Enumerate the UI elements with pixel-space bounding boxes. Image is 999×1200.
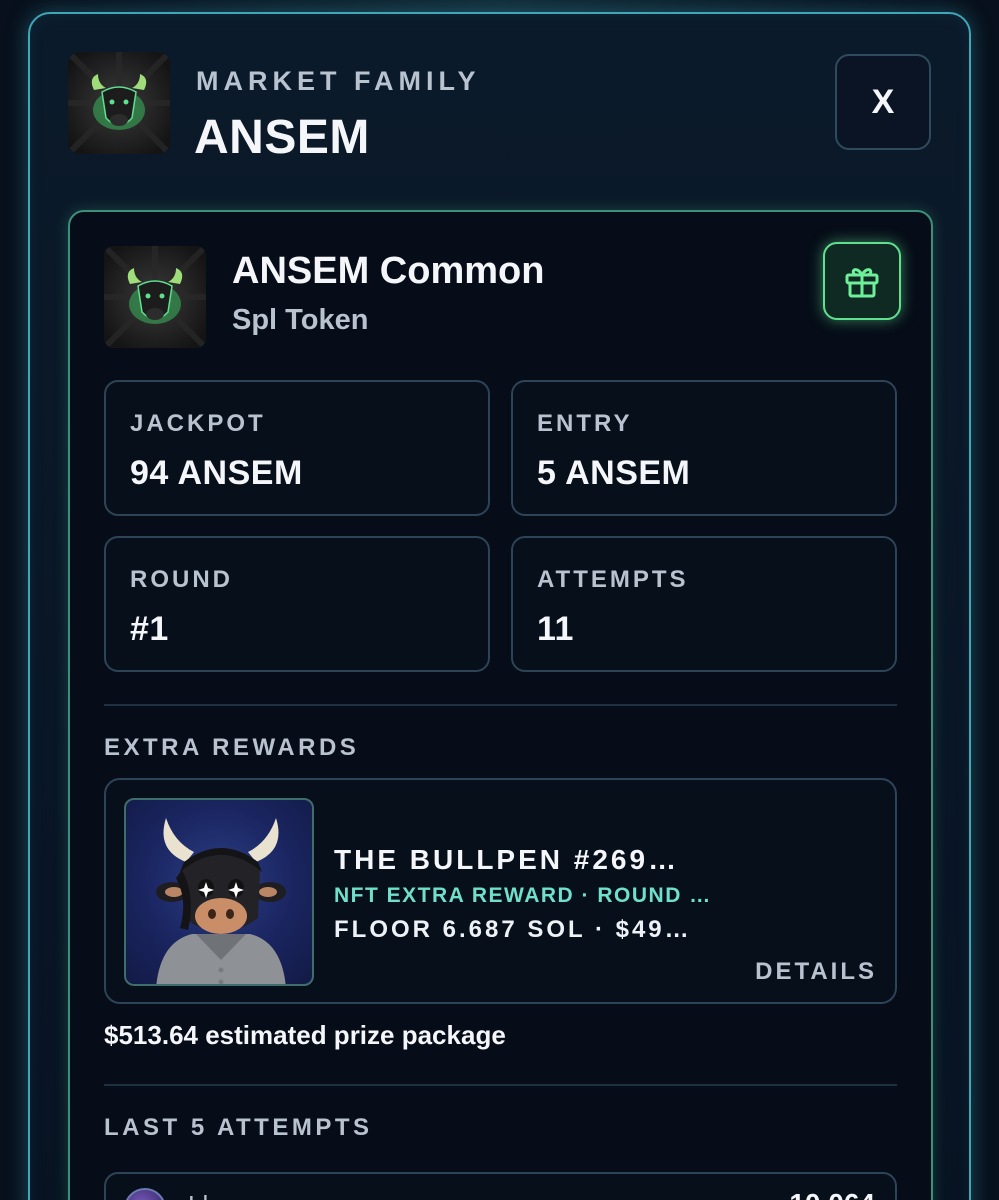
last-attempts-heading: LAST 5 ATTEMPTS	[104, 1114, 373, 1141]
section-divider	[104, 1084, 897, 1086]
attempt-player-name: Llamz	[188, 1190, 257, 1200]
extra-reward-item[interactable]: THE BULLPEN #269… NFT EXTRA REWARD · ROU…	[104, 778, 897, 1004]
stat-label: JACKPOT	[130, 410, 266, 437]
stat-label: ATTEMPTS	[537, 566, 689, 593]
item-title: ANSEM Common	[232, 250, 545, 292]
reward-title: THE BULLPEN #269…	[334, 844, 680, 875]
attempt-row: Llamz 10,064	[104, 1172, 897, 1200]
stat-label: ENTRY	[537, 410, 633, 437]
bull-logo-thumbnail	[68, 52, 170, 154]
bullpen-nft-image	[124, 798, 314, 986]
jackpot-stat: JACKPOT 94 ANSEM	[104, 380, 490, 516]
gift-icon	[845, 268, 879, 298]
stat-value: #1	[130, 610, 169, 648]
entry-stat: ENTRY 5 ANSEM	[511, 380, 897, 516]
item-bull-icon	[104, 246, 206, 348]
gift-button[interactable]	[823, 242, 901, 320]
reward-floor-price: FLOOR 6.687 SOL · $49…	[334, 916, 692, 943]
item-token-type: Spl Token	[232, 304, 369, 336]
attempt-score: 10,064	[789, 1188, 875, 1200]
modal-header: MARKET FAMILY ANSEM X	[68, 52, 931, 164]
stat-label: ROUND	[130, 566, 233, 593]
extra-rewards-heading: EXTRA REWARDS	[104, 734, 360, 761]
stat-value: 11	[537, 610, 574, 648]
round-stat: ROUND #1	[104, 536, 490, 672]
family-eyebrow: MARKET FAMILY	[196, 66, 481, 96]
family-title: ANSEM	[194, 111, 370, 164]
reward-card: ANSEM Common Spl Token JACKPOT 94 ANSEM …	[68, 210, 933, 1200]
close-button[interactable]: X	[835, 54, 931, 150]
market-family-modal: MARKET FAMILY ANSEM X ANSEM Common Spl T…	[28, 12, 971, 1200]
stat-value: 5 ANSEM	[537, 454, 691, 492]
details-link[interactable]: DETAILS	[755, 958, 877, 986]
section-divider	[104, 704, 897, 706]
prize-package-summary: $513.64 estimated prize package	[104, 1020, 506, 1050]
reward-subtitle: NFT EXTRA REWARD · ROUND …	[334, 884, 712, 907]
attempts-stat: ATTEMPTS 11	[511, 536, 897, 672]
avatar	[124, 1188, 166, 1200]
stat-value: 94 ANSEM	[130, 454, 303, 492]
